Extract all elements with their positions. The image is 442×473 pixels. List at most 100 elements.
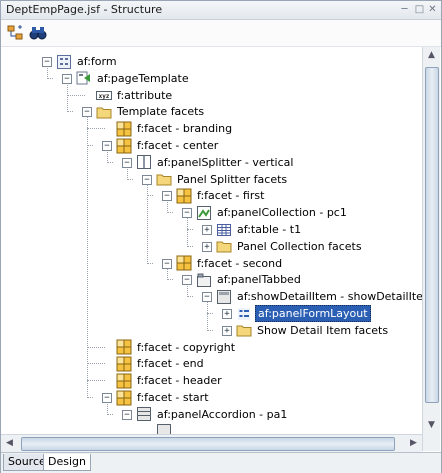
horizontal-scroll-thumb[interactable] — [21, 437, 395, 451]
form-icon — [56, 54, 72, 70]
tree-branch-line — [207, 329, 213, 331]
facet-icon — [116, 339, 132, 355]
expand-icon[interactable]: + — [222, 309, 232, 319]
collapse-icon[interactable]: − — [182, 208, 192, 219]
tree-node-content[interactable]: af:pageTemplate — [76, 70, 191, 87]
tree-node[interactable]: + Panel Collection facets — [1, 238, 422, 255]
collapse-icon[interactable]: − — [142, 174, 152, 185]
tree-node-content[interactable]: af:table - t1 — [216, 221, 303, 238]
tree-node[interactable]: − af:showDetailItem - showDetailItem 1 — [1, 288, 422, 305]
tree-node-content[interactable]: af:form — [56, 53, 119, 70]
tree-node-label: f:facet - center — [137, 139, 219, 152]
title-bar: DeptEmpPage.jsf - Structure ─ □ ✕ — [1, 1, 441, 20]
folder-icon — [216, 238, 232, 254]
tree-node-content[interactable]: f:facet - second — [176, 255, 284, 272]
tree-node[interactable]: − af:panelAccordion - pa1 — [1, 406, 422, 423]
tree-branch-line — [147, 262, 153, 264]
tree-node-content[interactable]: Show Detail Item facets — [236, 322, 390, 339]
show-detail-item-icon — [216, 289, 232, 305]
tab-design[interactable]: Design — [43, 454, 91, 471]
collapse-icon[interactable]: − — [202, 292, 212, 303]
collapse-icon[interactable]: − — [62, 73, 72, 84]
binoculars-icon[interactable] — [29, 24, 47, 42]
tree-node-content[interactable]: f:facet - copyright — [116, 339, 237, 356]
scroll-right-icon[interactable]: ▶ — [405, 435, 422, 452]
tree-node-content[interactable]: f:facet - center — [116, 137, 220, 154]
tree-node[interactable]: xyz f:attribute — [1, 87, 422, 104]
structure-tree[interactable]: − af:form − af:pageTemplate xyz f:attribute − T… — [1, 47, 422, 434]
tree-branch-line — [87, 346, 105, 348]
tree-node[interactable]: f:facet - end — [1, 355, 422, 372]
expand-icon[interactable]: + — [202, 241, 212, 252]
horizontal-scrollbar[interactable]: ◀ ▶ — [1, 434, 422, 452]
tree-node-content[interactable]: f:facet - start — [116, 389, 211, 406]
table-icon — [216, 222, 232, 238]
tree-node[interactable]: + Show Detail Item facets — [1, 322, 422, 339]
vertical-scroll-thumb[interactable] — [425, 67, 439, 403]
svg-text:xyz: xyz — [99, 93, 110, 100]
tree-node-label: af:panelCollection - pc1 — [217, 206, 347, 220]
expand-icon[interactable]: + — [222, 325, 232, 336]
tree-node[interactable]: f:facet - copyright — [1, 339, 422, 356]
tree-node-label: af:table - t1 — [237, 223, 302, 236]
expand-icon[interactable]: + — [202, 225, 212, 235]
tree-node[interactable]: − Panel Splitter facets — [1, 171, 422, 188]
tree-node-content[interactable]: f:facet - first — [176, 187, 266, 204]
scroll-down-icon[interactable]: ▼ — [423, 417, 440, 434]
tree-node[interactable]: − af:pageTemplate — [1, 70, 422, 87]
tree-branch-line — [67, 94, 85, 96]
tree-node-content[interactable]: Template facets — [96, 103, 206, 120]
tree-node-content[interactable]: af:panelAccordion - pa1 — [136, 406, 289, 423]
tree-node-content[interactable]: af:panelFormLayout — [236, 305, 371, 322]
collapse-icon[interactable]: − — [182, 275, 192, 286]
restore-icon[interactable]: □ — [414, 4, 425, 15]
tree-node-content[interactable]: f:facet - end — [116, 355, 206, 372]
tree-node[interactable]: − af:panelCollection - pc1 — [1, 204, 422, 221]
tree-node-label: f:facet - start — [137, 391, 209, 404]
collapse-icon[interactable]: − — [122, 409, 132, 420]
collapse-icon[interactable]: − — [162, 258, 172, 269]
tree-node-content[interactable]: f:facet - branding — [116, 120, 234, 137]
tree-node[interactable]: − Template facets — [1, 103, 422, 120]
tree-node-content[interactable]: Panel Splitter facets — [156, 171, 289, 188]
tree-structure-icon[interactable] — [7, 24, 25, 42]
collapse-icon[interactable]: − — [42, 57, 52, 67]
tree-branch-line — [167, 279, 173, 281]
tree-node-content[interactable]: af:panelCollection - pc1 — [196, 204, 349, 221]
collapse-icon[interactable]: − — [122, 157, 132, 168]
tree-node[interactable]: − af:panelSplitter - vertical — [1, 154, 422, 171]
tree-node[interactable]: + af:panelFormLayout — [1, 305, 422, 322]
tree-node-content[interactable]: af:showDetailItem - showDetailItem 1 — [216, 288, 422, 305]
tree-node[interactable]: + af:table - t1 — [1, 221, 422, 238]
scroll-up-icon[interactable]: ▲ — [423, 47, 440, 64]
tree-node[interactable]: − f:facet - first — [1, 187, 422, 204]
collapse-icon[interactable]: − — [162, 191, 172, 202]
tree-node[interactable]: f:facet - branding — [1, 120, 422, 137]
tree-branch-line — [167, 212, 173, 214]
tree-branch-line — [47, 77, 53, 79]
scroll-left-icon[interactable]: ◀ — [1, 435, 18, 452]
tree-node[interactable]: − f:facet - start — [1, 389, 422, 406]
tree-node[interactable]: − f:facet - center — [1, 137, 422, 154]
tree-node[interactable]: f:facet - header — [1, 372, 422, 389]
tree-node[interactable]: − af:panelTabbed — [1, 271, 422, 288]
facet-icon — [116, 390, 132, 406]
collapse-icon[interactable]: − — [102, 393, 112, 403]
vertical-scrollbar[interactable]: ▲ ▼ — [422, 47, 440, 451]
tree-branch-line — [67, 111, 73, 113]
tree-node-content[interactable]: af:panelSplitter - vertical — [136, 154, 295, 171]
tree-node-label: af:showDetailItem - showDetailItem 1 — [237, 290, 422, 304]
tree-node-content[interactable]: Panel Collection facets — [216, 238, 364, 255]
tree-node-label: Panel Collection facets — [237, 239, 362, 253]
tree-node-content[interactable]: xyz f:attribute — [96, 87, 174, 104]
close-icon[interactable]: ✕ — [427, 4, 438, 15]
collapse-icon[interactable]: − — [102, 141, 112, 151]
tree-node-content[interactable]: f:facet - header — [116, 372, 224, 389]
toolbar — [1, 20, 441, 47]
tree-node-content[interactable]: af:panelTabbed — [196, 271, 303, 288]
tree-node[interactable]: − af:form — [1, 53, 422, 70]
tree-node[interactable]: − f:facet - second — [1, 255, 422, 272]
tree-branch-line — [187, 245, 193, 247]
collapse-icon[interactable]: − — [82, 107, 92, 118]
minimize-icon[interactable]: ─ — [399, 4, 410, 15]
